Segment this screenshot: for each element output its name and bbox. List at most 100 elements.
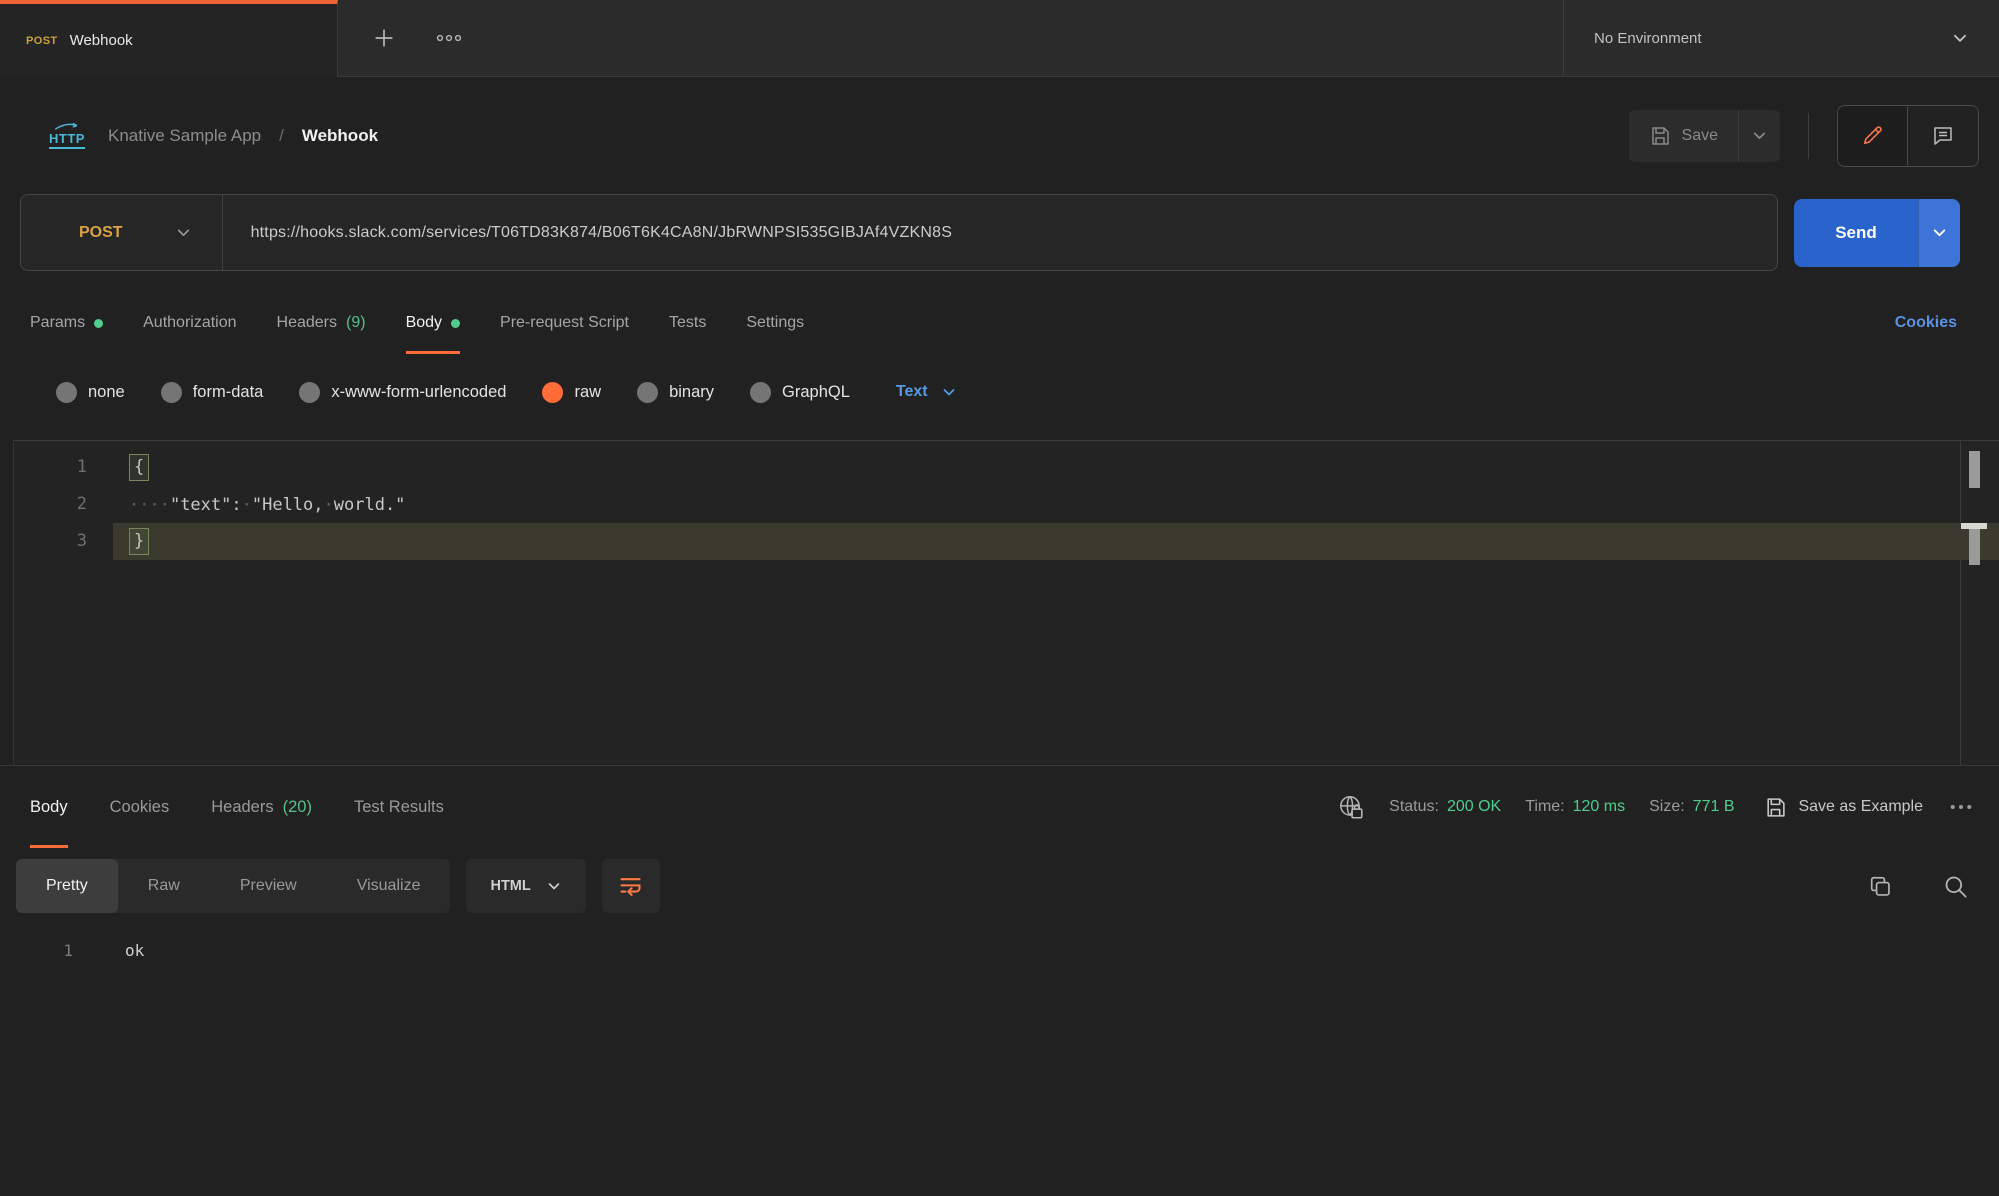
tab-title: Webhook xyxy=(70,32,133,49)
headers-count-badge: (9) xyxy=(346,314,366,332)
body-mode-x-www-form-urlencoded[interactable]: x-www-form-urlencoded xyxy=(299,382,506,403)
radio-icon xyxy=(750,382,771,403)
body-mode-none[interactable]: none xyxy=(56,382,125,403)
collection-name[interactable]: Knative Sample App xyxy=(108,126,261,146)
response-body-viewer[interactable]: 1 ok xyxy=(0,926,1999,1196)
chevron-down-icon xyxy=(941,384,957,400)
code-line: } xyxy=(113,523,1999,560)
response-tabs-row: Body Cookies Headers (20) Test Results S… xyxy=(0,766,1999,848)
cookies-link[interactable]: Cookies xyxy=(1895,314,1957,332)
wrap-lines-button[interactable] xyxy=(602,859,660,913)
chevron-down-icon xyxy=(1951,29,1969,47)
status-indicator: Status: 200 OK xyxy=(1389,798,1501,816)
send-split-button: Send xyxy=(1794,199,1960,267)
url-text[interactable]: https://hooks.slack.com/services/T06TD83… xyxy=(251,224,953,242)
send-options-button[interactable] xyxy=(1918,199,1960,267)
status-label: Status: xyxy=(1389,798,1439,816)
editor-line-3: 3 } xyxy=(14,523,1999,560)
tab-pre-request-script[interactable]: Pre-request Script xyxy=(500,292,629,354)
request-tabs: Params Authorization Headers (9) Body Pr… xyxy=(0,292,1999,354)
response-tab-cookies[interactable]: Cookies xyxy=(110,766,170,848)
size-value: 771 B xyxy=(1693,798,1735,816)
method-selector-label[interactable]: POST xyxy=(79,224,123,242)
copy-button[interactable] xyxy=(1867,873,1894,900)
tab-tests[interactable]: Tests xyxy=(669,292,706,354)
save-button[interactable]: Save xyxy=(1629,110,1738,162)
mode-label: GraphQL xyxy=(782,383,850,402)
divider xyxy=(222,195,223,270)
tab-options-button[interactable] xyxy=(436,34,462,42)
tab-label: Body xyxy=(30,798,68,817)
new-tab-button[interactable] xyxy=(372,26,396,50)
tab-strip-actions xyxy=(338,0,1563,77)
time-value: 120 ms xyxy=(1573,798,1625,816)
time-indicator: Time: 120 ms xyxy=(1525,798,1625,816)
mode-label: form-data xyxy=(193,383,264,402)
tab-params[interactable]: Params xyxy=(30,292,103,354)
body-mode-graphql[interactable]: GraphQL xyxy=(750,382,850,403)
save-icon xyxy=(1764,796,1787,819)
response-tab-body[interactable]: Body xyxy=(30,766,68,848)
tab-settings[interactable]: Settings xyxy=(746,292,804,354)
divider xyxy=(1808,113,1809,159)
tab-authorization[interactable]: Authorization xyxy=(143,292,236,354)
view-visualize[interactable]: Visualize xyxy=(327,859,451,913)
request-name[interactable]: Webhook xyxy=(302,126,378,146)
radio-icon xyxy=(637,382,658,403)
chevron-down-icon[interactable] xyxy=(175,224,192,241)
tab-body[interactable]: Body xyxy=(406,292,460,354)
response-tab-test-results[interactable]: Test Results xyxy=(354,766,444,848)
response-body-text: ok xyxy=(99,941,144,960)
green-dot-indicator xyxy=(94,319,103,328)
chevron-down-icon xyxy=(1931,224,1948,241)
brace-token: { xyxy=(129,454,149,481)
code-token: "text": xyxy=(170,495,242,515)
body-mode-form-data[interactable]: form-data xyxy=(161,382,264,403)
brace-token: } xyxy=(129,528,149,555)
mode-label: binary xyxy=(669,383,714,402)
response-options-button[interactable] xyxy=(1949,803,1973,811)
more-options-icon xyxy=(436,34,462,42)
view-preview[interactable]: Preview xyxy=(210,859,327,913)
chevron-down-icon xyxy=(1751,127,1768,144)
radio-icon xyxy=(161,382,182,403)
comment-icon xyxy=(1931,124,1955,148)
chevron-down-icon xyxy=(546,878,562,894)
response-line-1: 1 ok xyxy=(0,932,1999,968)
view-pretty[interactable]: Pretty xyxy=(16,859,118,913)
pencil-icon xyxy=(1860,123,1885,148)
edit-request-button[interactable] xyxy=(1838,106,1908,166)
view-segmented-control: Pretty Raw Preview Visualize xyxy=(16,859,450,913)
ruler-mark xyxy=(1969,451,1980,488)
tab-label: Cookies xyxy=(110,798,170,817)
editor-line-1: 1 { xyxy=(14,449,1999,486)
network-globe-lock-icon[interactable] xyxy=(1337,793,1365,821)
tab-label: Settings xyxy=(746,314,804,332)
tab-label: Headers xyxy=(211,798,273,817)
body-mode-binary[interactable]: binary xyxy=(637,382,714,403)
request-body-editor[interactable]: 1 { 2 ····"text":·"Hello,·world." 3 } xyxy=(13,440,1999,765)
save-as-example-button[interactable]: Save as Example xyxy=(1764,796,1923,819)
editor-overview-ruler[interactable] xyxy=(1960,441,1987,765)
comments-button[interactable] xyxy=(1908,106,1978,166)
response-tab-headers[interactable]: Headers (20) xyxy=(211,766,312,848)
tab-headers[interactable]: Headers (9) xyxy=(277,292,366,354)
request-tab[interactable]: POST Webhook xyxy=(0,0,338,77)
view-raw[interactable]: Raw xyxy=(118,859,210,913)
environment-selector[interactable]: No Environment xyxy=(1563,0,1999,77)
save-options-button[interactable] xyxy=(1738,110,1780,162)
send-button[interactable]: Send xyxy=(1794,199,1918,267)
raw-language-selector[interactable]: Text xyxy=(896,383,957,401)
format-label: HTML xyxy=(490,878,530,894)
mode-label: none xyxy=(88,383,125,402)
time-label: Time: xyxy=(1525,798,1564,816)
body-mode-raw[interactable]: raw xyxy=(542,382,601,403)
whitespace-dots: · xyxy=(324,495,334,515)
tab-label: Body xyxy=(406,314,442,332)
line-number: 3 xyxy=(14,523,113,560)
search-button[interactable] xyxy=(1942,873,1969,900)
url-input[interactable]: POST https://hooks.slack.com/services/T0… xyxy=(20,194,1778,271)
body-mode-selector: none form-data x-www-form-urlencoded raw… xyxy=(0,366,1999,418)
format-selector[interactable]: HTML xyxy=(466,859,585,913)
documentation-button-group xyxy=(1837,105,1979,167)
